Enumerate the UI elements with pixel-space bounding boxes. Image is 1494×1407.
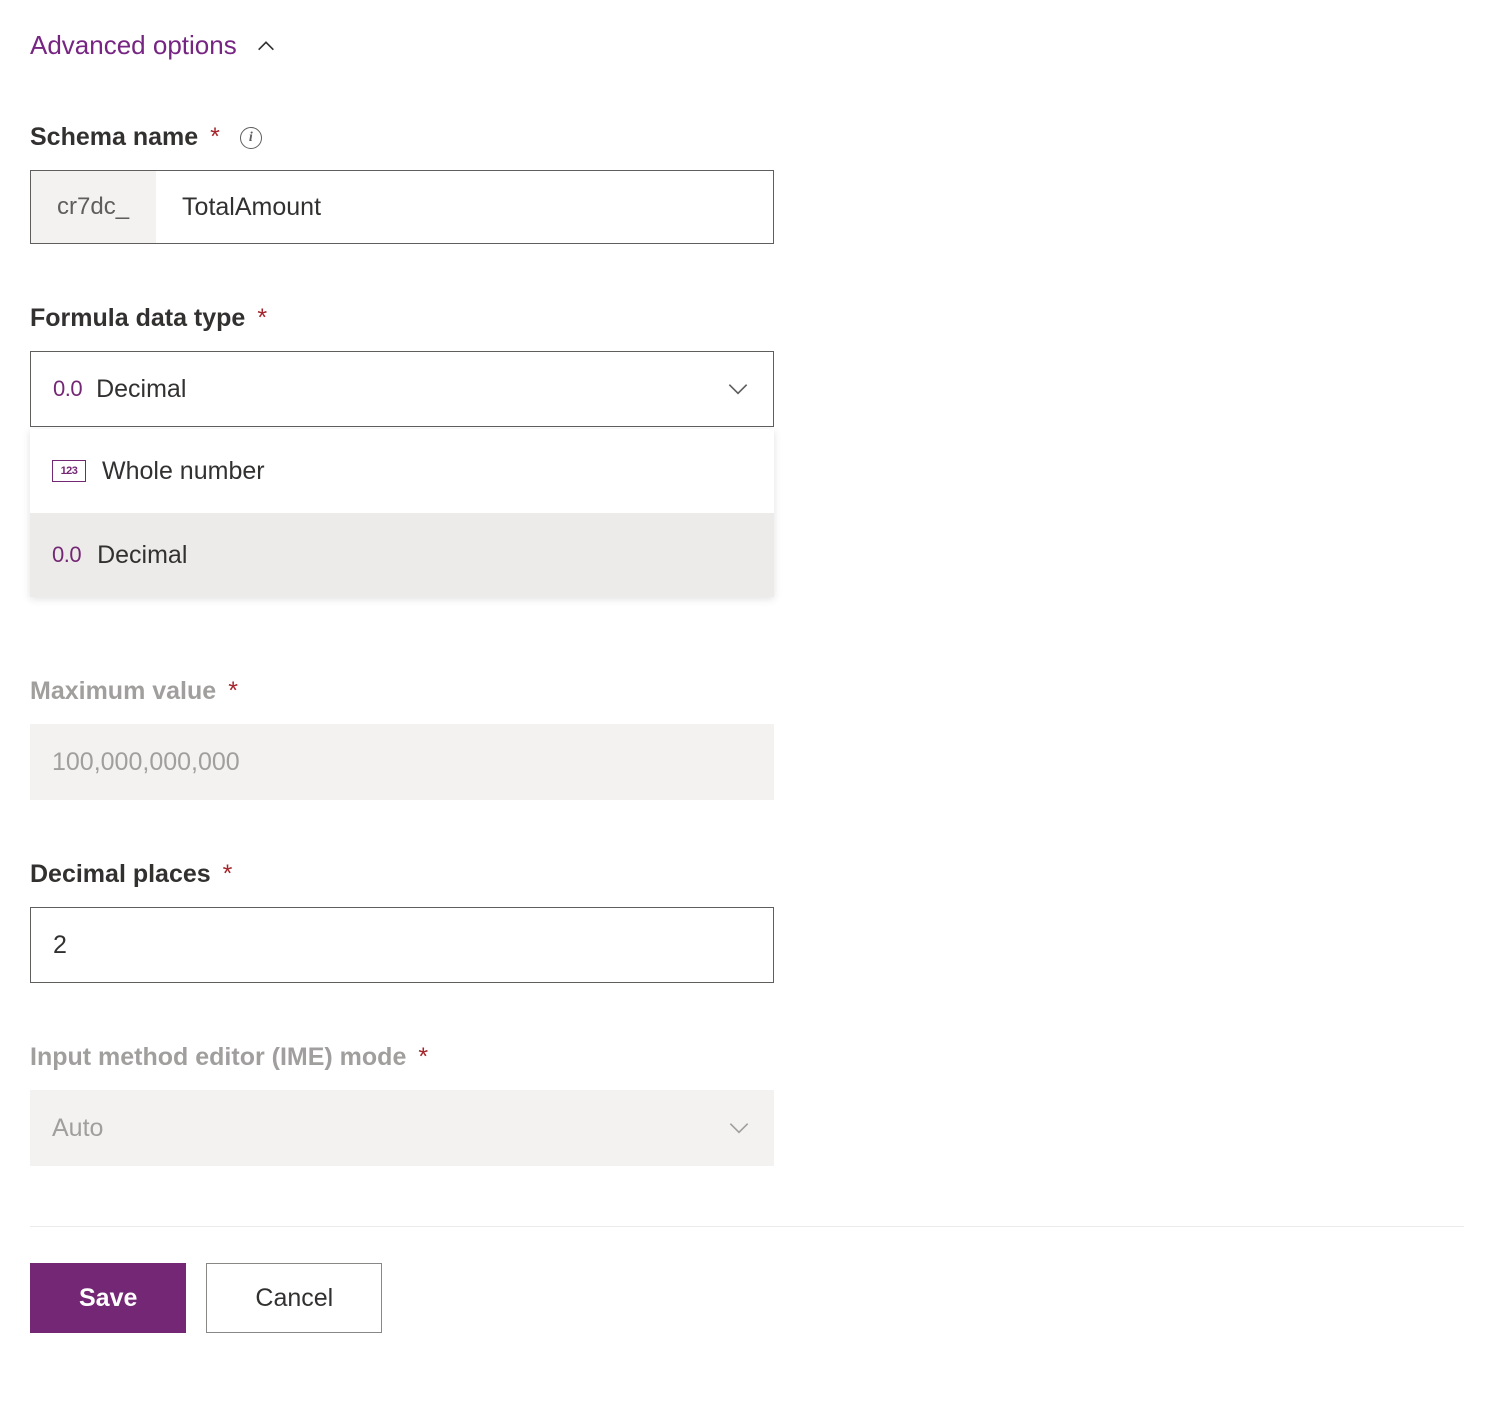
info-icon[interactable]: i: [240, 127, 262, 149]
chevron-up-icon: [255, 35, 277, 57]
maximum-value-field: Maximum value *: [30, 677, 1464, 800]
chevron-down-icon: [725, 376, 751, 402]
schema-name-prefix: cr7dc_: [31, 171, 156, 243]
decimal-places-field: Decimal places *: [30, 860, 1464, 983]
formula-data-type-value: 0.0 Decimal: [53, 375, 725, 404]
formula-data-type-select[interactable]: 0.0 Decimal: [30, 351, 774, 427]
whole-number-icon: 123: [52, 460, 86, 482]
required-indicator: *: [210, 123, 220, 152]
decimal-places-label-text: Decimal places: [30, 860, 211, 889]
option-decimal[interactable]: 0.0 Decimal: [30, 513, 774, 597]
schema-name-label: Schema name * i: [30, 123, 1464, 152]
formula-data-type-label: Formula data type *: [30, 304, 1464, 333]
advanced-options-toggle[interactable]: Advanced options: [30, 30, 1464, 61]
option-decimal-label: Decimal: [97, 541, 187, 570]
ime-mode-label: Input method editor (IME) mode *: [30, 1043, 1464, 1072]
advanced-options-label: Advanced options: [30, 30, 237, 61]
required-indicator: *: [257, 304, 267, 333]
chevron-down-icon: [726, 1115, 752, 1141]
decimal-places-label: Decimal places *: [30, 860, 1464, 889]
formula-data-type-dropdown: 123 Whole number 0.0 Decimal: [30, 429, 774, 597]
formula-data-type-field: Formula data type * 0.0 Decimal 123 Whol…: [30, 304, 1464, 597]
ime-mode-value: Auto: [52, 1114, 726, 1143]
decimal-places-input[interactable]: [30, 907, 774, 983]
formula-data-type-selected-label: Decimal: [96, 375, 186, 404]
maximum-value-label-text: Maximum value: [30, 677, 216, 706]
required-indicator: *: [228, 677, 238, 706]
schema-name-input-wrapper: cr7dc_: [30, 170, 774, 244]
cancel-button[interactable]: Cancel: [206, 1263, 382, 1333]
option-whole-number-label: Whole number: [102, 457, 265, 486]
decimal-icon: 0.0: [53, 376, 82, 402]
ime-mode-label-text: Input method editor (IME) mode: [30, 1043, 406, 1072]
schema-name-field: Schema name * i cr7dc_: [30, 123, 1464, 244]
save-button[interactable]: Save: [30, 1263, 186, 1333]
ime-mode-field: Input method editor (IME) mode * Auto: [30, 1043, 1464, 1166]
footer: Save Cancel: [30, 1226, 1464, 1333]
schema-name-input[interactable]: [156, 171, 773, 243]
schema-name-label-text: Schema name: [30, 123, 198, 152]
ime-mode-value-text: Auto: [52, 1114, 103, 1143]
maximum-value-input: [30, 724, 774, 800]
ime-mode-select: Auto: [30, 1090, 774, 1166]
option-whole-number[interactable]: 123 Whole number: [30, 429, 774, 513]
required-indicator: *: [418, 1043, 428, 1072]
decimal-icon: 0.0: [52, 542, 81, 568]
maximum-value-label: Maximum value *: [30, 677, 1464, 706]
required-indicator: *: [223, 860, 233, 889]
formula-data-type-label-text: Formula data type: [30, 304, 245, 333]
